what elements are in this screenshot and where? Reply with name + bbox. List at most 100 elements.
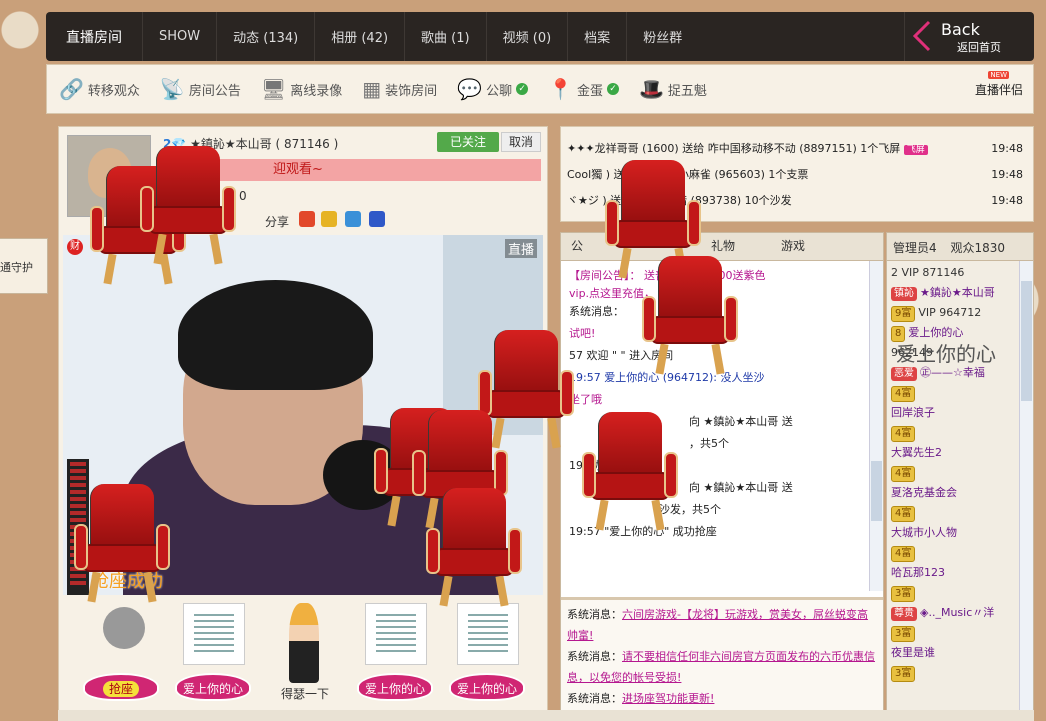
back-sub-label: 返回首页 xyxy=(957,41,1001,54)
user-list-panel: 管理员4 观众1830 2 VIP 871146 镇訫 ★鎮訫★本山哥 9富 VIP 9… xyxy=(886,232,1034,721)
link-icon: 🔗 xyxy=(59,77,84,101)
offline-recording-label: 离线录像 xyxy=(290,83,343,99)
user-row[interactable]: 3富 xyxy=(891,623,1029,643)
baidu-paw-icon[interactable] xyxy=(369,211,385,227)
tab-show[interactable]: SHOW xyxy=(143,12,218,61)
catch-five-button[interactable]: 🎩 捉五魁 xyxy=(639,77,707,101)
tab-activity[interactable]: 动态 (134) xyxy=(217,12,316,61)
user-row[interactable]: 9富 VIP 964712 xyxy=(891,303,1029,323)
live-video-stream[interactable]: 直播 财 抢座成功 xyxy=(63,235,543,595)
back-home-button[interactable]: Back 返回首页 xyxy=(904,12,1024,61)
tab-album[interactable]: 相册 (42) xyxy=(315,12,406,61)
user-row[interactable]: 尊贵 ◈.._Music〃洋 xyxy=(891,603,1029,623)
user-name: ㊣——☆幸福 xyxy=(920,366,985,379)
empty-seat-avatar xyxy=(103,607,145,649)
chat-scroll-thumb[interactable] xyxy=(871,461,882,521)
anchor-id: ( 871146 ) xyxy=(275,137,339,151)
tencent-weibo-icon[interactable] xyxy=(345,211,361,227)
user-row[interactable]: 2 VIP 871146 xyxy=(891,263,1029,283)
gift-row: ヾ★ジ ) 送给 じ❤↓若惜 (893738) 10个沙发 19:48 xyxy=(567,191,1027,217)
user-row[interactable]: 4富 xyxy=(891,543,1029,563)
user-row[interactable]: 夏洛克基金会 xyxy=(891,483,1029,503)
system-link[interactable]: 进场座驾功能更新! xyxy=(622,692,714,705)
welcome-banner: 迎观看~ xyxy=(163,159,541,181)
user-badge: 4富 xyxy=(891,386,916,402)
followed-button[interactable]: 已关注 xyxy=(437,132,499,152)
user-badge: 4富 xyxy=(891,426,916,442)
gift-time: 19:48 xyxy=(991,142,1023,155)
system-messages: 系统消息：六间房游戏-【龙将】玩游戏，赏美女，屌丝蜕变高帅富! 系统消息：请不要… xyxy=(561,597,883,721)
user-row[interactable]: 3富 xyxy=(891,583,1029,603)
tab-public-chat[interactable]: 公 xyxy=(571,237,583,254)
share-label: 分享 xyxy=(265,215,290,229)
user-row[interactable]: 4富 xyxy=(891,423,1029,443)
user-row[interactable]: 镇訫 ★鎮訫★本山哥 xyxy=(891,283,1029,303)
golden-egg-button[interactable]: 📍 金蛋 ✓ xyxy=(548,77,620,101)
unfollow-button[interactable]: 取消 xyxy=(501,132,541,152)
live-badge: 直播 xyxy=(504,239,537,258)
user-row[interactable]: 4富 xyxy=(891,463,1029,483)
user-badge: 镇訫 xyxy=(891,287,917,301)
room-announcement-button[interactable]: 📡 房间公告 xyxy=(160,77,241,101)
seat-5[interactable]: 爱上你的心 xyxy=(445,599,529,717)
user-row[interactable]: 哈瓦那123 xyxy=(891,563,1029,583)
tab-games[interactable]: 游戏 xyxy=(781,237,805,254)
guard-side-tab-label: 通守护 xyxy=(0,261,33,274)
seat-2[interactable]: 爱上你的心 xyxy=(171,599,255,717)
user-row[interactable]: 回岸浪子 xyxy=(891,403,1029,423)
tab-audience[interactable]: 观众1830 xyxy=(950,241,1005,255)
user-row[interactable]: 大翼先生2 xyxy=(891,443,1029,463)
chat-line: 系统消息： xyxy=(569,305,624,318)
offline-recording-button[interactable]: 🖥 离线录像 xyxy=(261,77,342,101)
chat-line: 19:57 爱上你的心 (964712): 没人坐沙 xyxy=(569,371,765,384)
gift-text: ヾ★ジ ) 送给 じ❤↓若惜 (893738) 10个沙发 xyxy=(567,194,792,207)
chat-line: ，共5个 xyxy=(689,437,729,450)
user-scroll-thumb[interactable] xyxy=(1021,281,1032,401)
user-row[interactable]: 4富 xyxy=(891,503,1029,523)
tab-videos[interactable]: 视频 (0) xyxy=(487,12,569,61)
seat-3[interactable]: 得瑟一下 xyxy=(263,599,347,717)
bottom-bar xyxy=(58,710,1034,721)
user-badge: 9富 xyxy=(891,306,916,322)
gift-feed: ✦✦✦龙祥哥哥 (1600) 送给 咋中国移动移不动 (8897151) 1个飞… xyxy=(560,126,1034,222)
weibo-icon[interactable] xyxy=(299,211,315,227)
qzone-icon[interactable] xyxy=(321,211,337,227)
volume-meter[interactable] xyxy=(67,459,89,595)
tab-songs[interactable]: 歌曲 (1) xyxy=(405,12,487,61)
decorate-room-button[interactable]: ▦ 装饰房间 xyxy=(362,77,437,101)
user-name: 回岸浪子 xyxy=(891,406,935,419)
anchor-avatar[interactable] xyxy=(67,135,151,217)
transfer-audience-button[interactable]: 🔗 转移观众 xyxy=(59,77,140,101)
gift-text: Cool獨 ) 送给 ♫. 漫步小麻雀 (965603) 1个支票 xyxy=(567,168,809,181)
chat-line: 沙发，共5个 xyxy=(659,503,721,516)
seat-grab[interactable]: 抢座 xyxy=(79,599,163,717)
grab-seat-button[interactable]: 抢座 xyxy=(83,673,159,701)
user-row[interactable]: 夜里是谁 xyxy=(891,643,1029,663)
user-row[interactable]: 大城市小人物 xyxy=(891,523,1029,543)
tab-admins[interactable]: 管理员4 xyxy=(893,241,937,255)
tab-fan-group[interactable]: 粉丝群 xyxy=(627,12,698,61)
system-message: 系统消息：请不要相信任何非六间房官方页面发布的六币优惠信息，以免您的帐号受损! xyxy=(567,646,877,688)
gift-time: 19:48 xyxy=(991,194,1023,207)
tab-live-room[interactable]: 直播房间 xyxy=(46,12,143,61)
guard-side-tab[interactable]: 通守护 xyxy=(0,238,48,294)
microphone xyxy=(323,440,403,510)
user-row[interactable]: 4富 xyxy=(891,383,1029,403)
public-chat-button[interactable]: 💬 公聊 ✓ xyxy=(457,77,529,101)
chat-line: 坐了哦 xyxy=(569,393,602,406)
chat-line: 19: 功抢座 xyxy=(569,459,624,472)
user-row[interactable]: 3富 xyxy=(891,663,1029,683)
chat-scrollbar[interactable] xyxy=(869,261,883,591)
user-list-tabs: 管理员4 观众1830 xyxy=(887,233,1033,261)
system-prefix: 系统消息： xyxy=(567,608,622,621)
tab-gifts[interactable]: 礼物 xyxy=(711,237,735,254)
user-name: 大翼先生2 xyxy=(891,446,942,459)
decorate-icon: ▦ xyxy=(362,77,382,101)
tab-profile[interactable]: 档案 xyxy=(568,12,628,61)
live-partner-button[interactable]: NEW 直播伴侣 xyxy=(975,71,1023,98)
seat-4[interactable]: 爱上你的心 xyxy=(353,599,437,717)
room-announcement-label: 房间公告 xyxy=(188,83,241,99)
hat-icon: 🎩 xyxy=(639,77,664,101)
user-list-scrollbar[interactable] xyxy=(1019,261,1033,721)
gift-row: Cool獨 ) 送给 ♫. 漫步小麻雀 (965603) 1个支票 19:48 xyxy=(567,165,1027,191)
